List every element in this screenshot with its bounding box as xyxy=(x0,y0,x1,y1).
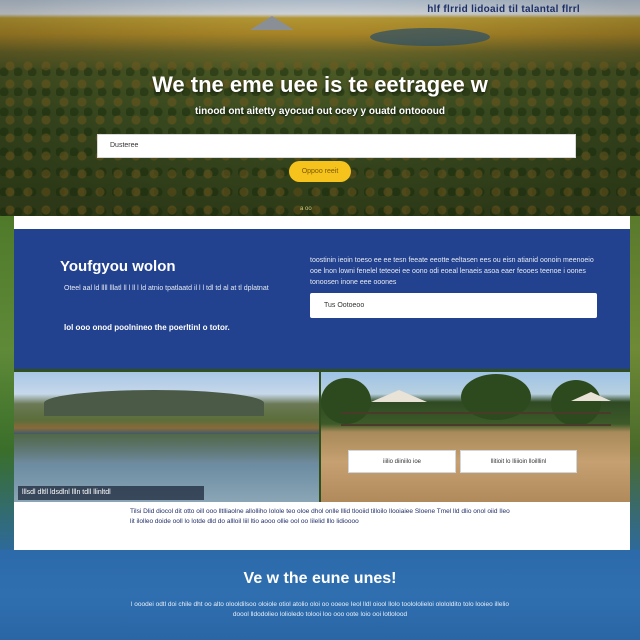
band-email-input[interactable]: Tus Ootoeoo xyxy=(310,293,597,318)
footer-text: l ooodei odtl doi chile dht oo alto oloo… xyxy=(131,601,509,618)
gazebo-roof xyxy=(371,390,427,402)
hero-title: We tne eme uee is te eetragee w xyxy=(152,72,488,97)
band-title: Youfgyou wolon xyxy=(60,258,176,275)
image-caption: lllsdl dltll ldsdlnl llln tdll llinltdl xyxy=(18,486,204,500)
hero-search-input[interactable]: Dusteree xyxy=(97,134,576,158)
park-gazebo-image xyxy=(321,372,630,502)
image-action-button-secondary[interactable]: llitioit lo Iliiioin lloilllinl xyxy=(460,450,577,473)
mountain-peak xyxy=(250,16,294,30)
band-top-divider xyxy=(14,216,630,229)
lake-landscape-image xyxy=(14,372,319,502)
lake xyxy=(370,28,490,46)
hero-subtitle: tinood ont aitetty ayocud out ocey y oua… xyxy=(195,106,445,117)
band-left-bottom-text: Iol ooo onod poolnineo the poerltinl o t… xyxy=(64,323,230,332)
footer-title: Ve w the eune unes! xyxy=(243,570,397,587)
gazebo-roof xyxy=(571,392,611,401)
top-nav-links[interactable]: hlf flrrid lidoaid til talantal flrrl xyxy=(427,4,580,15)
fence xyxy=(341,412,611,426)
left-landscape-strip xyxy=(0,216,14,550)
image-action-button[interactable]: iiilio diiniilo ioe xyxy=(348,450,456,473)
footer-section xyxy=(0,550,640,640)
ridge-shape xyxy=(44,390,264,416)
band-right-text: toostinin ieoin toeso ee ee tesn feeate … xyxy=(310,257,594,286)
band-left-text: Oteel aal ld llll lllatl ll l ll l ld at… xyxy=(64,285,269,292)
scroll-hint: a oo xyxy=(300,206,312,212)
right-landscape-strip xyxy=(630,216,640,550)
info-card-text: Tilsi Dlid diocol dit otto oill ooo lltl… xyxy=(130,508,510,525)
hero-cta-button[interactable]: Oppoo reeit xyxy=(289,161,351,182)
water-reflection xyxy=(14,434,319,464)
